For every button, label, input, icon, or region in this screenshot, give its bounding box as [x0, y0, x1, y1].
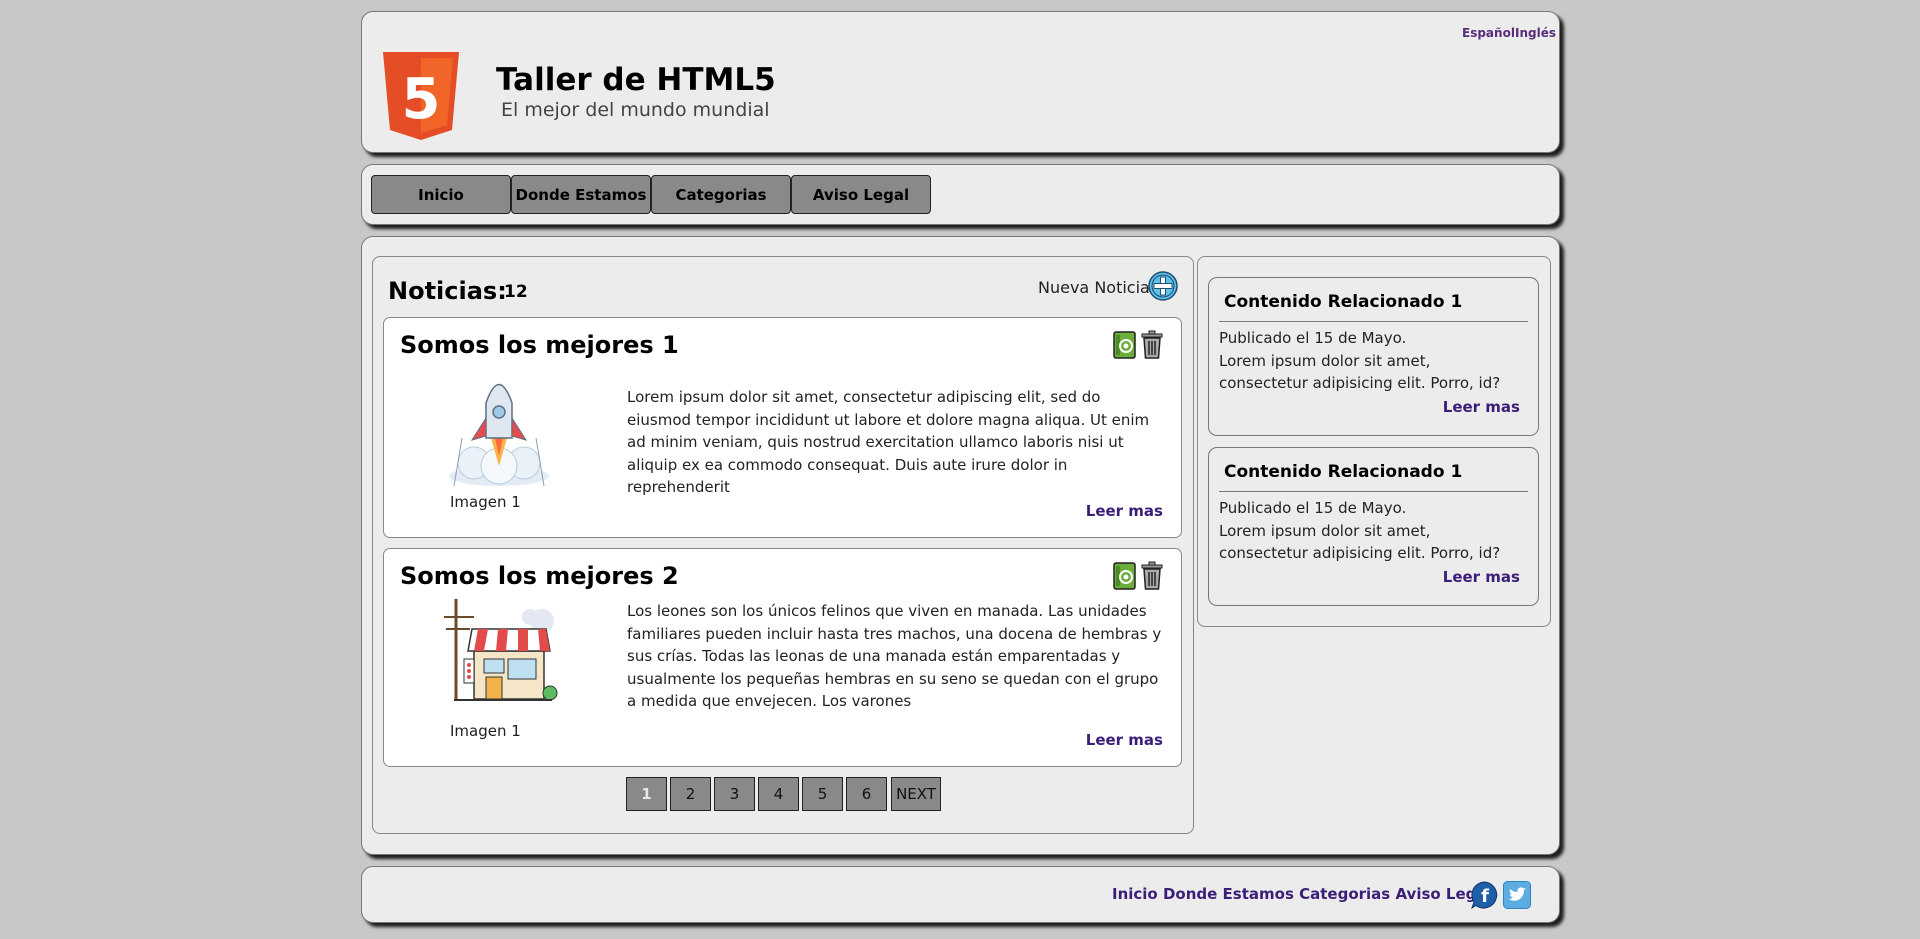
- rocket-illustration-icon: [449, 383, 549, 487]
- nav-categorias[interactable]: Categorias: [651, 175, 791, 214]
- delete-icon[interactable]: [1140, 330, 1164, 360]
- page-4-button[interactable]: 4: [758, 777, 799, 811]
- related-text: Publicado el 15 de Mayo. Lorem ipsum dol…: [1219, 327, 1524, 395]
- footer-links: Inicio Donde Estamos Categorias Aviso Le…: [1112, 885, 1492, 903]
- twitter-icon[interactable]: [1503, 881, 1531, 909]
- footer-link-inicio[interactable]: Inicio: [1112, 885, 1158, 903]
- site-title: Taller de HTML5: [496, 62, 776, 98]
- nav-donde-estamos[interactable]: Donde Estamos: [511, 175, 651, 214]
- facebook-icon[interactable]: f: [1470, 881, 1498, 909]
- related-card: Contenido Relacionado 1 Publicado el 15 …: [1208, 277, 1539, 436]
- nav-inicio[interactable]: Inicio: [371, 175, 511, 214]
- page-next-button[interactable]: NEXT: [891, 777, 941, 811]
- news-section: Noticias: 12 Nueva Noticia: Somos los me…: [372, 256, 1194, 834]
- news-card-caption: Imagen 1: [450, 722, 521, 740]
- news-heading: Noticias:: [388, 277, 507, 305]
- svg-text:f: f: [1481, 886, 1489, 907]
- news-card: Somos los mejores 2 Imagen 1 Los leones …: [383, 548, 1182, 767]
- related-card: Contenido Relacionado 1 Publicado el 15 …: [1208, 447, 1539, 606]
- new-news-label: Nueva Noticia:: [1038, 278, 1156, 297]
- edit-icon[interactable]: [1113, 561, 1137, 591]
- related-divider: [1219, 491, 1528, 492]
- news-card-text: Lorem ipsum dolor sit amet, consectetur …: [627, 388, 1150, 496]
- main-content: Noticias: 12 Nueva Noticia: Somos los me…: [361, 236, 1560, 855]
- news-card-title: Somos los mejores 1: [400, 331, 679, 359]
- footer-link-categorias[interactable]: Categorias: [1299, 885, 1390, 903]
- related-read-more-link[interactable]: Leer mas: [1443, 398, 1520, 416]
- site-subtitle: El mejor del mundo mundial: [501, 99, 770, 121]
- delete-icon[interactable]: [1140, 561, 1164, 591]
- related-text: Publicado el 15 de Mayo. Lorem ipsum dol…: [1219, 497, 1524, 565]
- related-body: Lorem ipsum dolor sit amet, consectetur …: [1219, 521, 1501, 563]
- related-date: Publicado el 15 de Mayo.: [1219, 329, 1407, 347]
- main-nav: Inicio Donde Estamos Categorias Aviso Le…: [361, 164, 1560, 225]
- edit-icon[interactable]: [1113, 330, 1137, 360]
- page-5-button[interactable]: 5: [802, 777, 843, 811]
- site-footer: Inicio Donde Estamos Categorias Aviso Le…: [361, 866, 1560, 923]
- related-title: Contenido Relacionado 1: [1224, 292, 1463, 312]
- related-read-more-link[interactable]: Leer mas: [1443, 568, 1520, 586]
- footer-link-donde-estamos[interactable]: Donde Estamos: [1163, 885, 1294, 903]
- related-sidebar: Contenido Relacionado 1 Publicado el 15 …: [1197, 256, 1551, 627]
- related-title: Contenido Relacionado 1: [1224, 462, 1463, 482]
- news-count: 12: [504, 282, 528, 302]
- svg-text:5: 5: [402, 67, 441, 132]
- page-2-button[interactable]: 2: [670, 777, 711, 811]
- page-6-button[interactable]: 6: [846, 777, 887, 811]
- nav-aviso-legal[interactable]: Aviso Legal: [791, 175, 931, 214]
- lang-spanish-link[interactable]: Español: [1462, 26, 1515, 40]
- add-news-icon[interactable]: [1148, 271, 1178, 301]
- page-3-button[interactable]: 3: [714, 777, 755, 811]
- shop-illustration-icon: [444, 599, 558, 701]
- read-more-link[interactable]: Leer mas: [1086, 731, 1163, 749]
- site-header: 5 Taller de HTML5 El mejor del mundo mun…: [361, 11, 1560, 153]
- news-card-text: Los leones son los únicos felinos que vi…: [627, 602, 1162, 710]
- page-1-button[interactable]: 1: [626, 777, 667, 811]
- news-card-caption: Imagen 1: [450, 493, 521, 511]
- read-more-link[interactable]: Leer mas: [1086, 502, 1163, 520]
- news-card: Somos los mejores 1 Imagen 1 Lorem ipsum…: [383, 317, 1182, 538]
- news-card-title: Somos los mejores 2: [400, 562, 679, 590]
- related-divider: [1219, 321, 1528, 322]
- related-body: Lorem ipsum dolor sit amet, consectetur …: [1219, 351, 1501, 393]
- related-date: Publicado el 15 de Mayo.: [1219, 499, 1407, 517]
- html5-logo-icon: 5: [383, 52, 459, 140]
- lang-english-link[interactable]: Inglés: [1515, 26, 1556, 40]
